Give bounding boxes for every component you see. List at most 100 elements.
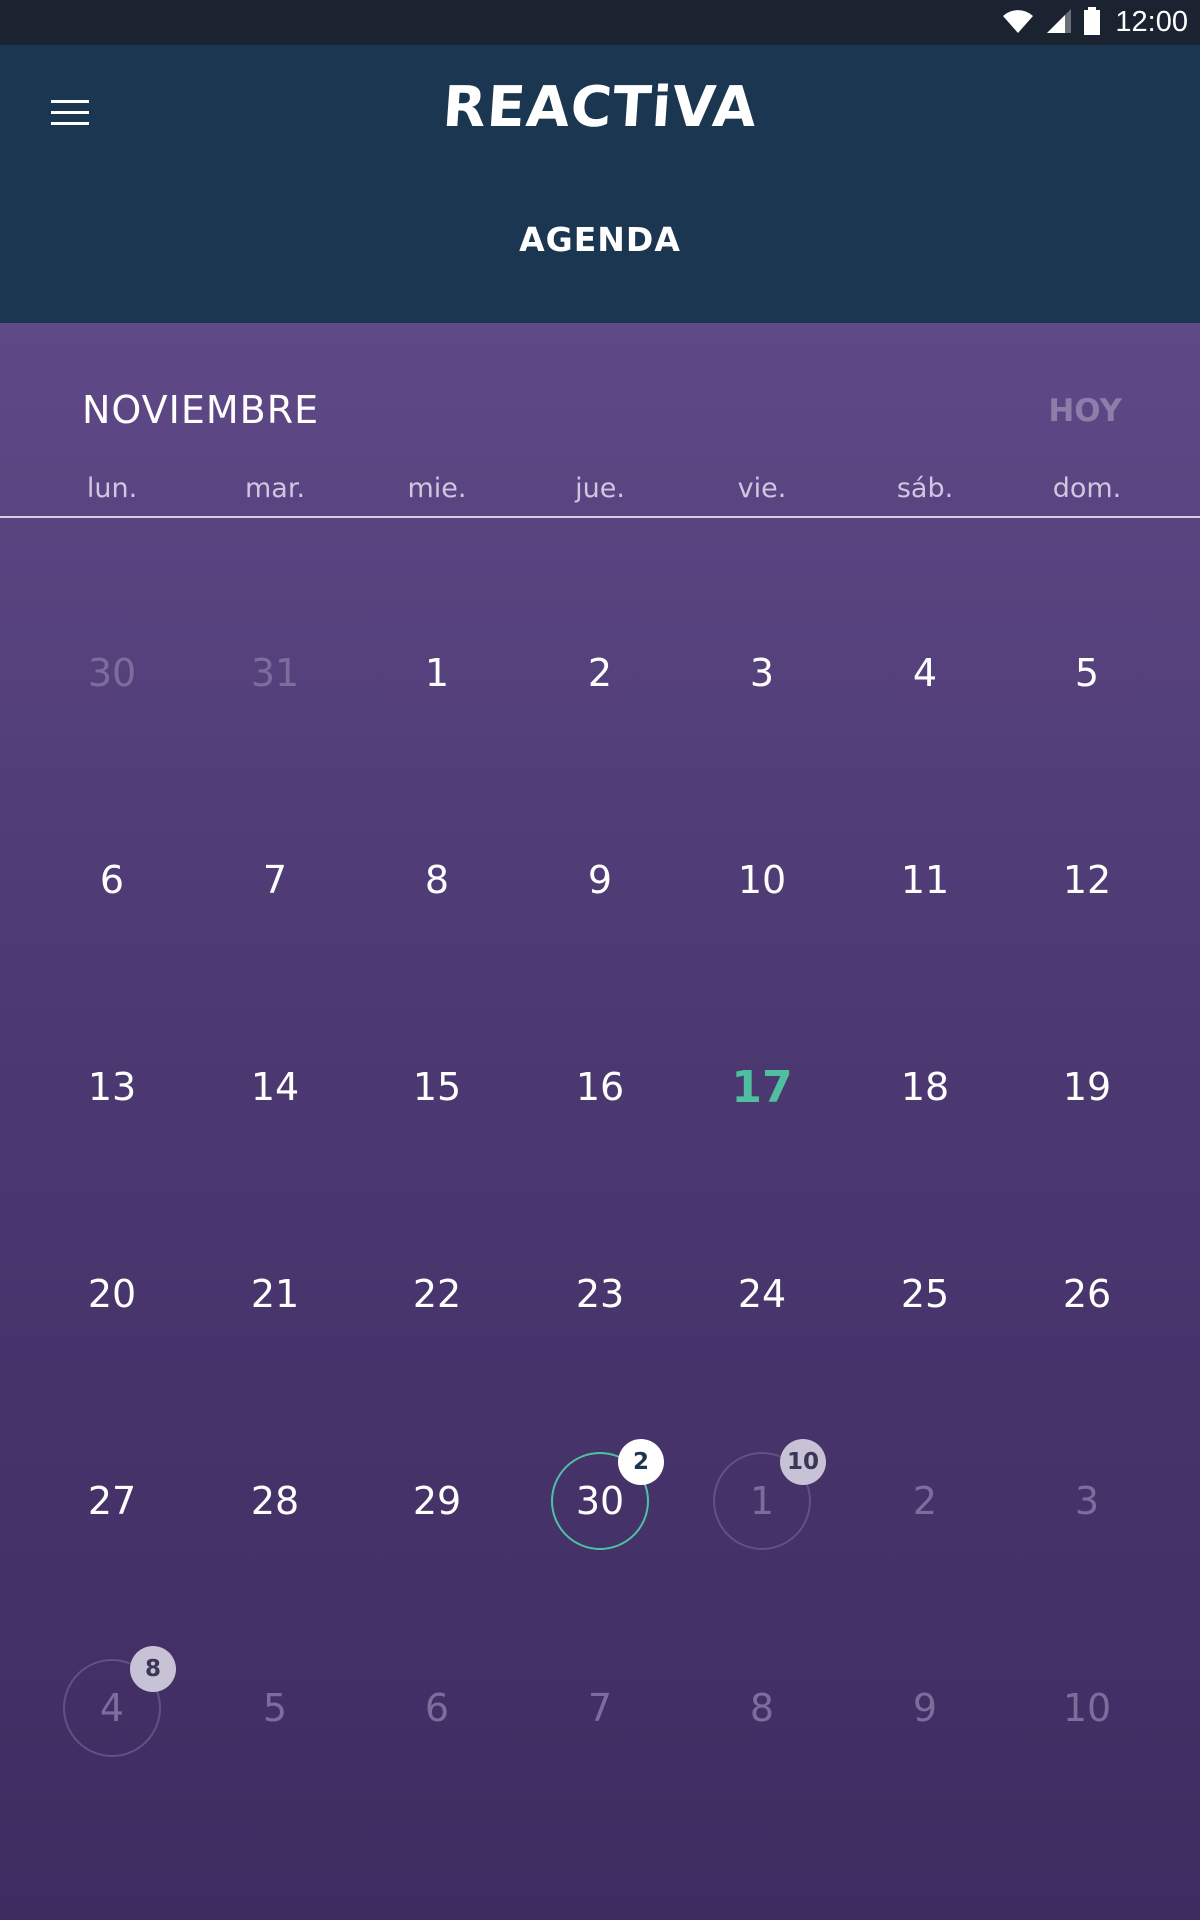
day-number: 8 xyxy=(424,858,450,902)
day-cell[interactable]: 14 xyxy=(215,1027,335,1147)
day-cell[interactable]: 1 10 xyxy=(702,1439,826,1561)
event-count-badge: 10 xyxy=(780,1439,826,1485)
day-cell[interactable]: 8 xyxy=(702,1648,822,1768)
day-number: 3 xyxy=(749,651,775,695)
day-cell[interactable]: 28 xyxy=(215,1441,335,1561)
day-cell[interactable]: 10 xyxy=(1027,1648,1147,1768)
day-number: 18 xyxy=(900,1065,950,1109)
month-label: NOVIEMBRE xyxy=(82,388,320,432)
day-cell-today[interactable]: 17 xyxy=(702,1027,822,1147)
day-cell[interactable]: 2 xyxy=(540,613,660,733)
day-number: 29 xyxy=(412,1479,462,1523)
page-title: AGENDA xyxy=(519,220,681,259)
status-icons: 12:00 xyxy=(1001,0,1188,45)
day-cell[interactable]: 6 xyxy=(377,1648,497,1768)
day-number: 31 xyxy=(250,651,300,695)
wifi-icon xyxy=(1001,7,1035,39)
day-cell[interactable]: 9 xyxy=(540,820,660,940)
day-number: 28 xyxy=(250,1479,300,1523)
day-cell[interactable]: 31 xyxy=(215,613,335,733)
day-cell[interactable]: 13 xyxy=(52,1027,172,1147)
day-cell[interactable]: 6 xyxy=(52,820,172,940)
weekday-label: mie. xyxy=(407,473,467,504)
day-number: 10 xyxy=(737,858,787,902)
day-cell[interactable]: 4 xyxy=(865,613,985,733)
day-cell[interactable]: 26 xyxy=(1027,1234,1147,1354)
day-number: 24 xyxy=(737,1272,787,1316)
day-number: 5 xyxy=(262,1686,288,1730)
day-cell[interactable]: 12 xyxy=(1027,820,1147,940)
day-number: 21 xyxy=(250,1272,300,1316)
today-button[interactable]: HOY xyxy=(1048,393,1122,429)
weekday-label: jue. xyxy=(575,473,625,504)
day-cell[interactable]: 5 xyxy=(1027,613,1147,733)
day-number: 16 xyxy=(575,1065,625,1109)
battery-icon xyxy=(1083,6,1101,39)
day-cell[interactable]: 23 xyxy=(540,1234,660,1354)
day-number: 2 xyxy=(912,1479,938,1523)
weekday-label: mar. xyxy=(244,473,306,504)
status-time: 12:00 xyxy=(1115,6,1188,38)
day-cell[interactable]: 8 xyxy=(377,820,497,940)
day-cell[interactable]: 25 xyxy=(865,1234,985,1354)
day-cell[interactable]: 11 xyxy=(865,820,985,940)
day-cell[interactable]: 18 xyxy=(865,1027,985,1147)
day-number: 23 xyxy=(575,1272,625,1316)
day-cell[interactable]: 30 2 xyxy=(540,1439,664,1561)
day-number: 17 xyxy=(731,1061,793,1113)
day-number: 20 xyxy=(87,1272,137,1316)
day-number: 27 xyxy=(87,1479,137,1523)
day-cell[interactable]: 5 xyxy=(215,1648,335,1768)
day-cell[interactable]: 2 xyxy=(865,1441,985,1561)
day-cell[interactable]: 24 xyxy=(702,1234,822,1354)
day-number: 11 xyxy=(900,858,950,902)
day-number: 1 xyxy=(424,651,450,695)
day-cell[interactable]: 3 xyxy=(702,613,822,733)
day-number: 7 xyxy=(587,1686,613,1730)
weekday-label: dom. xyxy=(1052,473,1122,504)
day-number: 14 xyxy=(250,1065,300,1109)
calendar: NOVIEMBRE HOY lun. mar. mie. jue. vie. sáb. do… xyxy=(0,323,1200,1920)
day-number: 22 xyxy=(412,1272,462,1316)
signal-icon xyxy=(1045,7,1073,39)
day-number: 15 xyxy=(412,1065,462,1109)
day-cell[interactable]: 10 xyxy=(702,820,822,940)
day-cell[interactable]: 9 xyxy=(865,1648,985,1768)
day-number: 3 xyxy=(1074,1479,1100,1523)
day-cell[interactable]: 19 xyxy=(1027,1027,1147,1147)
app-logo: REACTiVA xyxy=(440,75,760,140)
app-header: REACTiVA AGENDA xyxy=(0,45,1200,323)
day-cell[interactable]: 3 xyxy=(1027,1441,1147,1561)
day-cell[interactable]: 29 xyxy=(377,1441,497,1561)
day-number: 4 xyxy=(912,651,938,695)
day-number: 9 xyxy=(587,858,613,902)
weekday-header: lun. mar. mie. jue. vie. sáb. dom. xyxy=(0,473,1200,513)
day-number: 10 xyxy=(1062,1686,1112,1730)
day-number: 26 xyxy=(1062,1272,1112,1316)
day-cell[interactable]: 1 xyxy=(377,613,497,733)
day-cell[interactable]: 30 xyxy=(52,613,172,733)
day-cell[interactable]: 7 xyxy=(215,820,335,940)
weekday-label: lun. xyxy=(86,473,138,504)
event-count-badge: 8 xyxy=(130,1646,176,1692)
day-cell[interactable]: 16 xyxy=(540,1027,660,1147)
day-number: 13 xyxy=(87,1065,137,1109)
day-cell[interactable]: 21 xyxy=(215,1234,335,1354)
day-number: 30 xyxy=(87,651,137,695)
day-number: 2 xyxy=(587,651,613,695)
day-number: 19 xyxy=(1062,1065,1112,1109)
day-cell[interactable]: 7 xyxy=(540,1648,660,1768)
day-cell[interactable]: 22 xyxy=(377,1234,497,1354)
day-number: 8 xyxy=(749,1686,775,1730)
weekday-label: sáb. xyxy=(896,473,954,504)
event-count-badge: 2 xyxy=(618,1439,664,1485)
day-cell[interactable]: 27 xyxy=(52,1441,172,1561)
weekday-label: vie. xyxy=(737,473,787,504)
day-cell[interactable]: 20 xyxy=(52,1234,172,1354)
day-number: 25 xyxy=(900,1272,950,1316)
day-cell[interactable]: 48 xyxy=(52,1646,176,1768)
day-number: 6 xyxy=(99,858,125,902)
day-number: 12 xyxy=(1062,858,1112,902)
day-cell[interactable]: 15 xyxy=(377,1027,497,1147)
status-bar: 12:00 xyxy=(0,0,1200,45)
